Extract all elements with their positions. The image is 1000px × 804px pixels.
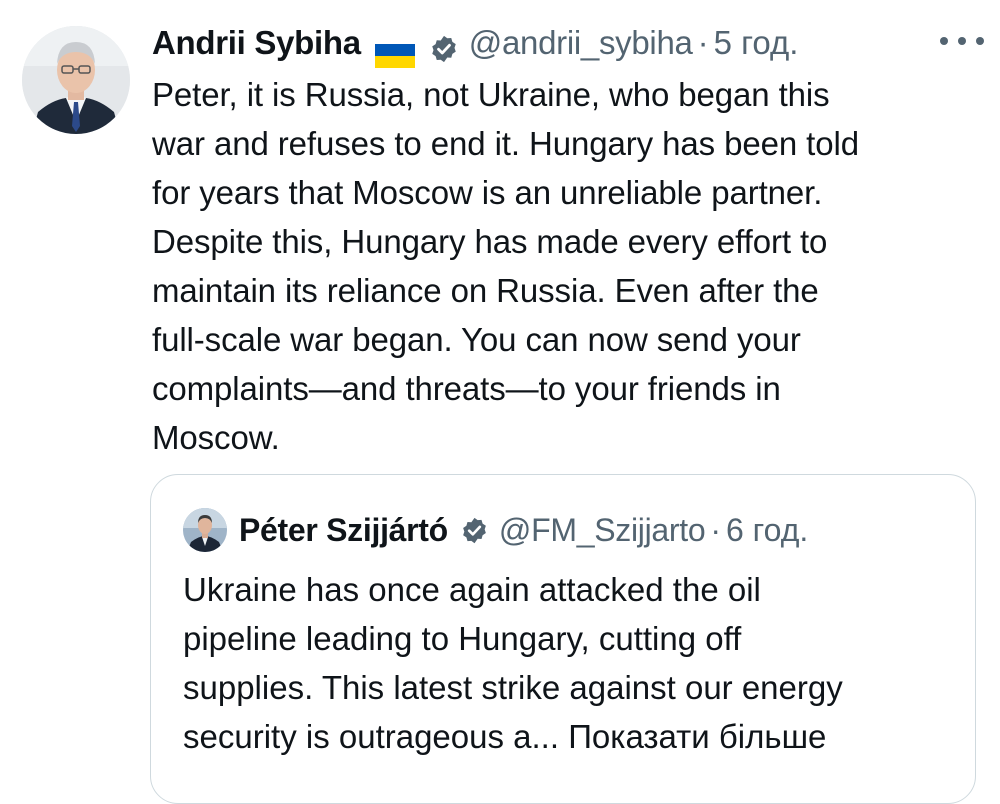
quoted-tweet-header: Péter Szijjártó @FM_Szijjarto · 6 год.: [183, 507, 808, 553]
author-name[interactable]: Andrii Sybiha: [152, 18, 361, 68]
quoted-text-line-last: security is outrageous a... Показати біл…: [183, 712, 963, 761]
quoted-header-separator: ·: [710, 511, 721, 548]
tweet-text-line: Moscow.: [152, 419, 280, 456]
quoted-text-line: Ukraine has once again attacked the oil: [183, 571, 761, 608]
quoted-author-avatar[interactable]: [183, 508, 227, 552]
quoted-tweet-text: Ukraine has once again attacked the oil …: [183, 565, 963, 761]
tweet-header: Andrii Sybiha @andrii_sybiha · 5 год.: [152, 18, 798, 68]
tweet-text: Peter, it is Russia, not Ukraine, who be…: [152, 70, 972, 462]
tweet-text-line: for years that Moscow is an unreliable p…: [152, 174, 823, 211]
quoted-tweet[interactable]: Péter Szijjártó @FM_Szijjarto · 6 год. U…: [150, 474, 976, 804]
tweet-text-line: Peter, it is Russia, not Ukraine, who be…: [152, 76, 830, 113]
quoted-text-line: pipeline leading to Hungary, cutting off: [183, 620, 742, 657]
author-handle[interactable]: @andrii_sybiha: [469, 18, 693, 68]
quoted-author-handle[interactable]: @FM_Szijjarto: [499, 512, 706, 549]
more-options-icon[interactable]: [940, 26, 984, 56]
quoted-text-line: supplies. This latest strike against our…: [183, 669, 843, 706]
tweet-text-line: complaints—and threats—to your friends i…: [152, 370, 781, 407]
show-more-link[interactable]: Показати більше: [568, 718, 826, 755]
quoted-text-line: security is outrageous a...: [183, 718, 560, 755]
quoted-tweet-timestamp[interactable]: 6 год.: [726, 512, 808, 549]
author-avatar[interactable]: [22, 26, 130, 134]
tweet-timestamp[interactable]: 5 год.: [714, 18, 799, 68]
quoted-author-name[interactable]: Péter Szijjártó: [239, 512, 448, 549]
header-separator: ·: [697, 24, 709, 61]
tweet-text-line: Despite this, Hungary has made every eff…: [152, 223, 828, 260]
tweet-text-line: war and refuses to end it. Hungary has b…: [152, 125, 859, 162]
tweet-text-line: full-scale war began. You can now send y…: [152, 321, 801, 358]
tweet-text-line: maintain its reliance on Russia. Even af…: [152, 272, 819, 309]
verified-badge-icon[interactable]: [429, 28, 459, 63]
verified-badge-icon[interactable]: [460, 516, 489, 545]
tweet[interactable]: Andrii Sybiha @andrii_sybiha · 5 год. Pe…: [0, 0, 1000, 804]
ukraine-flag-icon: [374, 32, 415, 68]
